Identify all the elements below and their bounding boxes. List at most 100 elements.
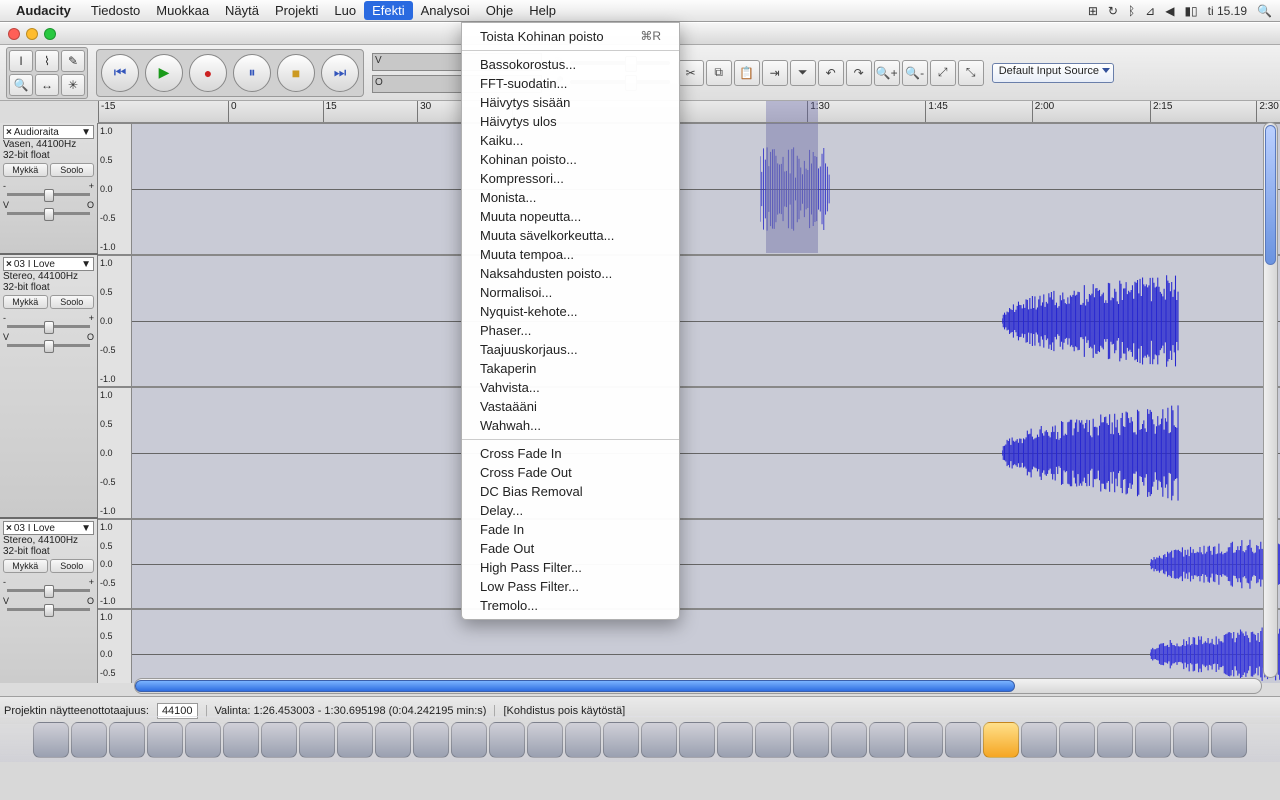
menu-item[interactable]: Muuta nopeutta... [462,207,679,226]
timeshift-tool[interactable]: ↔ [35,74,59,96]
dock-app-icon[interactable] [147,722,183,758]
menu-item[interactable]: Nyquist-kehote... [462,302,679,321]
dock-app-icon[interactable] [71,722,107,758]
dock-app-icon[interactable] [679,722,715,758]
menu-item[interactable]: Takaperin [462,359,679,378]
menu-item[interactable]: Delay... [462,501,679,520]
dock-app-icon[interactable] [831,722,867,758]
menu-item[interactable]: Low Pass Filter... [462,577,679,596]
dock-app-icon[interactable] [1173,722,1209,758]
waveform-area[interactable]: 1.00.50.0-0.5-1.01.00.50.0-0.5-1.0 [98,519,1280,683]
dock-app-icon[interactable] [717,722,753,758]
dock-app-icon[interactable] [185,722,221,758]
track-menu-arrow[interactable]: ▼ [81,523,91,534]
menu-muokkaa[interactable]: Muokkaa [148,1,217,20]
app-name[interactable]: Audacity [16,3,71,18]
track-close-button[interactable]: × [6,523,12,534]
menu-item[interactable]: Taajuuskorjaus... [462,340,679,359]
gain-slider[interactable] [7,325,90,328]
silence-button[interactable]: ⏷ [790,60,816,86]
dock-app-icon[interactable] [907,722,943,758]
draw-tool[interactable]: ✎ [61,50,85,72]
dock-app-icon[interactable] [793,722,829,758]
zoom-tool[interactable]: 🔍 [9,74,33,96]
pan-slider[interactable] [7,344,90,347]
pan-slider[interactable] [7,608,90,611]
dock-app-icon[interactable] [1097,722,1133,758]
spaces-icon[interactable]: ⊞ [1088,4,1098,18]
dock-app-icon[interactable] [299,722,335,758]
menu-item[interactable]: Normalisoi... [462,283,679,302]
gain-slider[interactable] [7,589,90,592]
menu-item[interactable]: Wahwah... [462,416,679,435]
clock[interactable]: ti 15.19 [1208,4,1247,18]
spotlight-icon[interactable]: 🔍 [1257,4,1272,18]
dock-app-icon[interactable] [223,722,259,758]
dock-app-icon[interactable] [641,722,677,758]
menu-näytä[interactable]: Näytä [217,1,267,20]
mute-button[interactable]: Mykkä [3,559,48,573]
waveform-area[interactable]: 1.00.50.0-0.5-1.01.00.50.0-0.5-1.0 [98,255,1280,517]
dock-app-icon[interactable] [1059,722,1095,758]
timeline-ruler[interactable]: -1501530451:301:452:002:152:30 [98,101,1280,123]
track-panel[interactable]: ×03 I Love▼Stereo, 44100Hz32-bit floatMy… [0,519,98,683]
menu-item[interactable]: Vastaääni [462,397,679,416]
menu-projekti[interactable]: Projekti [267,1,326,20]
menu-tiedosto[interactable]: Tiedosto [83,1,148,20]
dock-app-icon[interactable] [1211,722,1247,758]
track-menu-arrow[interactable]: ▼ [81,127,91,138]
battery-icon[interactable]: ▮▯ [1184,4,1197,18]
mute-button[interactable]: Mykkä [3,295,48,309]
menu-help[interactable]: Help [521,1,564,20]
dock[interactable] [0,716,1280,762]
envelope-tool[interactable]: ⌇ [35,50,59,72]
selection-tool[interactable]: I [9,50,33,72]
menu-item[interactable]: FFT-suodatin... [462,74,679,93]
solo-button[interactable]: Soolo [50,295,95,309]
track-panel[interactable]: ×Audioraita▼Vasen, 44100Hz32-bit floatMy… [0,123,98,253]
volume-icon[interactable]: ◀ [1165,4,1174,18]
bluetooth-icon[interactable]: ᛒ [1128,4,1135,18]
mute-button[interactable]: Mykkä [3,163,48,177]
menu-analysoi[interactable]: Analysoi [413,1,478,20]
menu-item[interactable]: Monista... [462,188,679,207]
dock-app-icon[interactable] [1135,722,1171,758]
close-window-button[interactable] [8,28,20,40]
skip-start-button[interactable]: ⏮ [101,54,139,92]
menu-item[interactable]: Häivytys ulos [462,112,679,131]
solo-button[interactable]: Soolo [50,163,95,177]
menu-item[interactable]: Muuta sävelkorkeutta... [462,226,679,245]
menu-item[interactable]: Fade Out [462,539,679,558]
dock-app-icon[interactable] [945,722,981,758]
dock-app-icon[interactable] [983,722,1019,758]
dock-app-icon[interactable] [109,722,145,758]
menu-efekti[interactable]: Efekti [364,1,413,20]
track-close-button[interactable]: × [6,127,12,138]
play-button[interactable]: ▶ [145,54,183,92]
menu-luo[interactable]: Luo [326,1,364,20]
track-close-button[interactable]: × [6,259,12,270]
track-menu-arrow[interactable]: ▼ [81,259,91,270]
efekti-menu[interactable]: Toista Kohinan poisto⌘RBassokorostus...F… [461,22,680,620]
zoom-window-button[interactable] [44,28,56,40]
track-name[interactable]: 03 I Love [14,259,55,270]
dock-app-icon[interactable] [337,722,373,758]
zoom-out-button[interactable]: 🔍- [902,60,928,86]
horizontal-scrollbar[interactable] [134,678,1262,694]
multi-tool[interactable]: ✳ [61,74,85,96]
menu-item[interactable]: Kaiku... [462,131,679,150]
menu-item[interactable]: High Pass Filter... [462,558,679,577]
dock-app-icon[interactable] [869,722,905,758]
dock-app-icon[interactable] [33,722,69,758]
dock-app-icon[interactable] [603,722,639,758]
fit-project-button[interactable]: ⤡ [958,60,984,86]
input-source-select[interactable]: Default Input Source [992,63,1114,83]
menu-item[interactable]: Vahvista... [462,378,679,397]
menu-item[interactable]: DC Bias Removal [462,482,679,501]
dock-app-icon[interactable] [1021,722,1057,758]
solo-button[interactable]: Soolo [50,559,95,573]
track-panel[interactable]: ×03 I Love▼Stereo, 44100Hz32-bit floatMy… [0,255,98,517]
dock-app-icon[interactable] [413,722,449,758]
copy-button[interactable]: ⧉ [706,60,732,86]
menu-item[interactable]: Cross Fade Out [462,463,679,482]
